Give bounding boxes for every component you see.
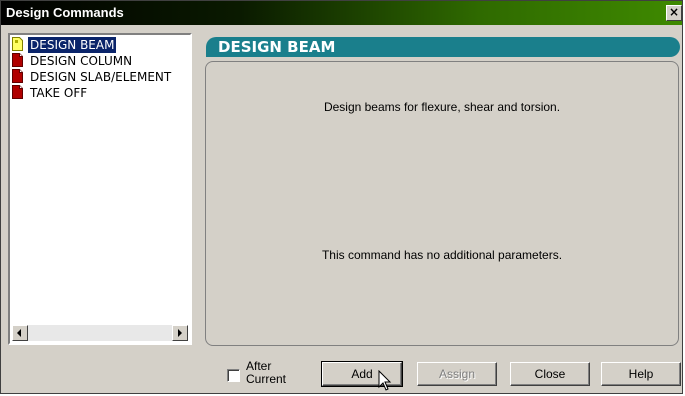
command-description-panel: Design beams for flexure, shear and tors… xyxy=(205,61,679,346)
command-header-title: DESIGN BEAM xyxy=(218,38,336,56)
arrow-right-icon xyxy=(178,329,182,337)
assign-button[interactable]: Assign xyxy=(417,362,497,386)
command-list[interactable]: DESIGN BEAM DESIGN COLUMN DESIGN SLAB/EL… xyxy=(8,33,192,345)
after-current-label: After Current xyxy=(246,360,286,386)
help-button[interactable]: Help xyxy=(601,362,681,386)
window-title: Design Commands xyxy=(6,5,124,20)
after-current-label-line2: Current xyxy=(246,372,287,386)
scroll-left-button[interactable] xyxy=(12,325,28,341)
list-item-design-beam[interactable]: DESIGN BEAM xyxy=(12,37,190,53)
command-header: DESIGN BEAM xyxy=(206,37,680,57)
list-item-label: TAKE OFF xyxy=(30,86,88,100)
list-item-label: DESIGN COLUMN xyxy=(30,54,133,68)
document-icon xyxy=(12,85,23,99)
arrow-left-icon xyxy=(17,329,21,337)
list-item-design-slab-element[interactable]: DESIGN SLAB/ELEMENT xyxy=(12,69,190,85)
document-icon xyxy=(12,53,23,67)
list-item-design-column[interactable]: DESIGN COLUMN xyxy=(12,53,190,69)
command-description: Design beams for flexure, shear and tors… xyxy=(323,100,561,114)
design-commands-dialog: Design Commands × DESIGN BEAM DESIGN COL… xyxy=(0,0,683,394)
horizontal-scrollbar[interactable] xyxy=(12,325,188,341)
close-window-button[interactable]: × xyxy=(666,5,682,21)
list-item-take-off[interactable]: TAKE OFF xyxy=(12,85,190,101)
mouse-pointer-icon xyxy=(378,370,392,391)
document-icon xyxy=(12,69,23,83)
command-list-items: DESIGN BEAM DESIGN COLUMN DESIGN SLAB/EL… xyxy=(12,37,190,101)
parameters-note: This command has no additional parameter… xyxy=(321,248,563,262)
scroll-right-button[interactable] xyxy=(172,325,188,341)
document-icon xyxy=(12,37,23,51)
title-bar[interactable]: Design Commands × xyxy=(1,1,682,25)
close-button[interactable]: Close xyxy=(510,362,590,386)
after-current-checkbox[interactable] xyxy=(227,369,240,382)
list-item-label: DESIGN SLAB/ELEMENT xyxy=(30,70,172,84)
list-item-label: DESIGN BEAM xyxy=(28,37,117,53)
